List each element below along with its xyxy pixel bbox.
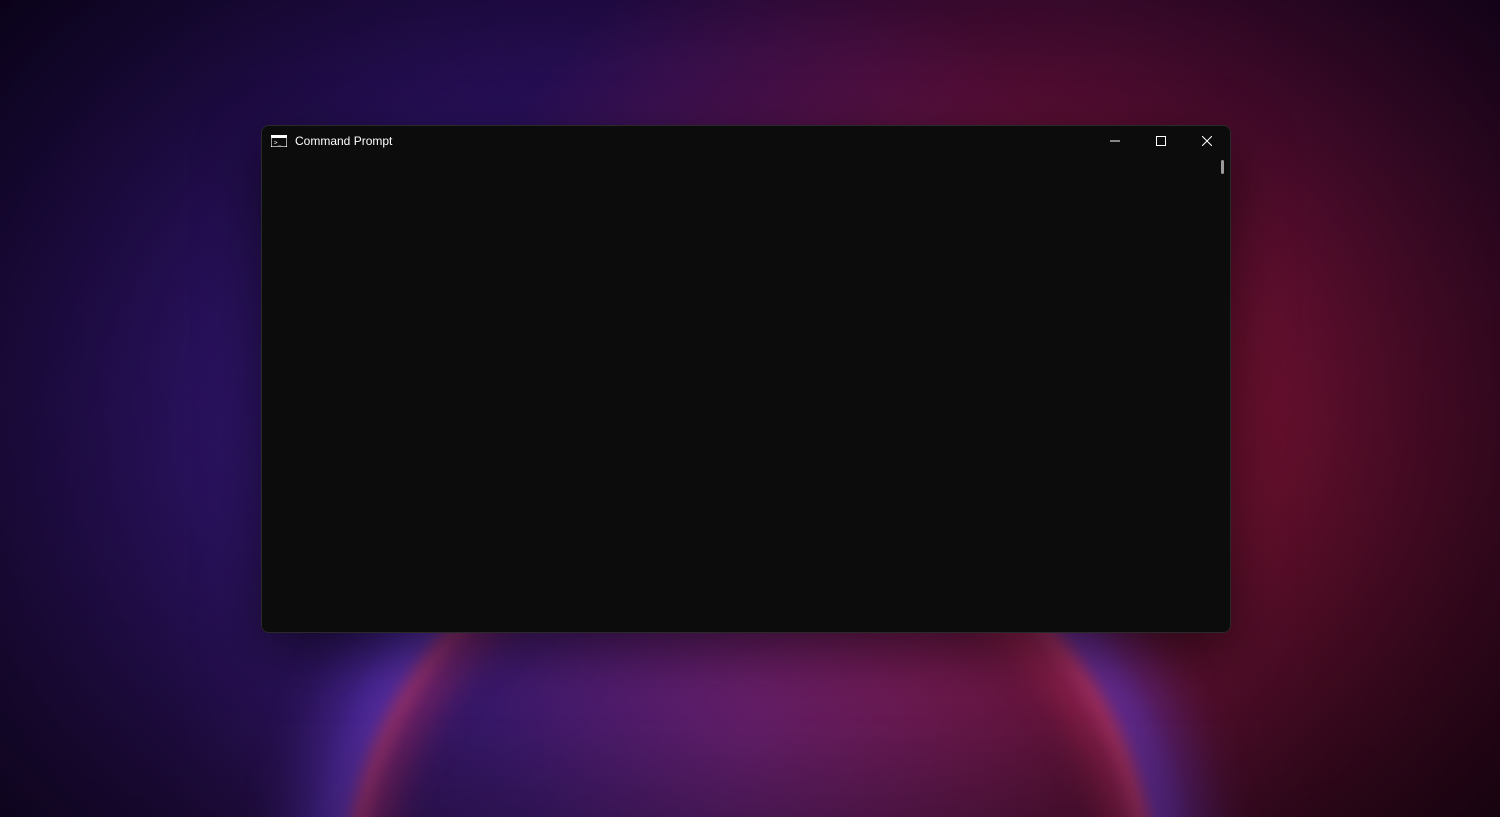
terminal-output[interactable] — [262, 156, 1216, 632]
window-title: Command Prompt — [295, 134, 392, 148]
scrollbar-thumb[interactable] — [1221, 160, 1224, 174]
maximize-button[interactable] — [1138, 126, 1184, 156]
command-prompt-window: >_ Command Prompt — [261, 125, 1231, 633]
client-area — [262, 156, 1230, 632]
close-button[interactable] — [1184, 126, 1230, 156]
vertical-scrollbar[interactable] — [1216, 156, 1230, 632]
window-controls — [1092, 126, 1230, 156]
minimize-button[interactable] — [1092, 126, 1138, 156]
titlebar-left: >_ Command Prompt — [262, 134, 1092, 148]
cmd-icon: >_ — [271, 134, 287, 148]
svg-text:>_: >_ — [274, 140, 282, 147]
titlebar[interactable]: >_ Command Prompt — [262, 126, 1230, 156]
